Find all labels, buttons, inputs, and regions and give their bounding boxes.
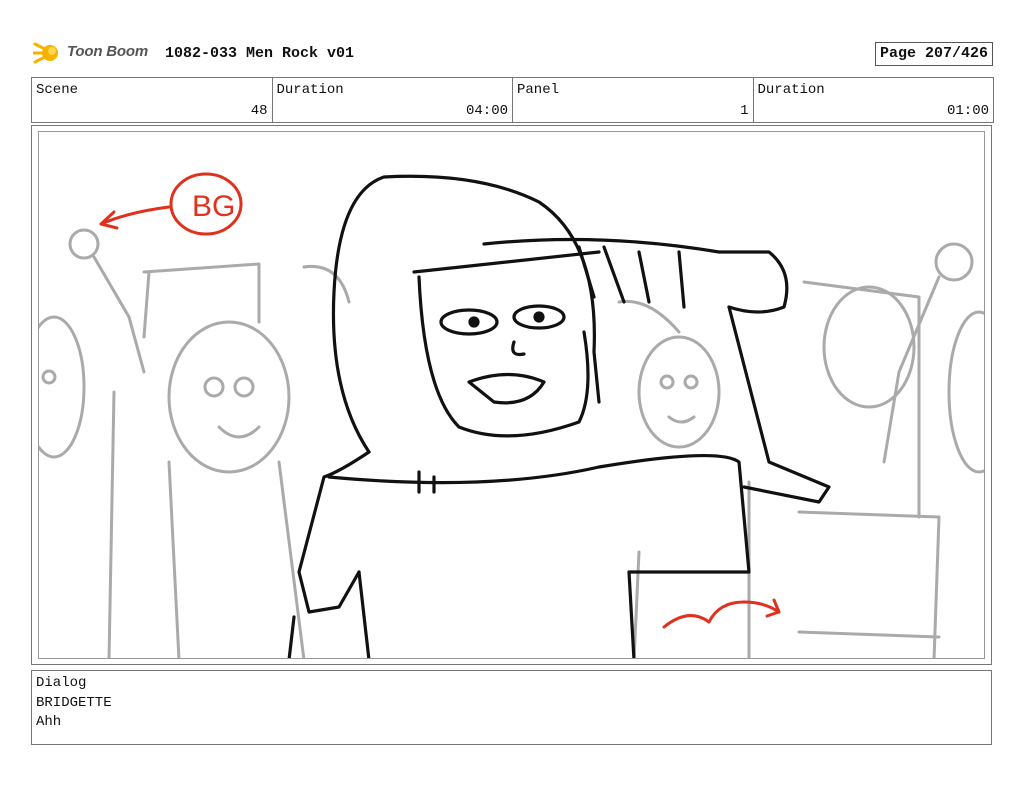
bg-annotation-arrow — [99, 205, 171, 230]
background-crowd — [39, 228, 984, 658]
bg-annotation-text: BG — [192, 190, 235, 223]
toon-boom-logo: Toon Boom — [31, 38, 158, 68]
panel-drawing-area: BG — [38, 131, 985, 659]
panel-cell: Panel 1 — [513, 78, 754, 122]
panel-label: Panel — [517, 82, 560, 98]
dialog-line: Ahh — [36, 714, 62, 730]
logo-burst-icon — [31, 42, 58, 64]
scene-cell: Scene 48 — [32, 78, 273, 122]
info-row: Scene 48 Duration 04:00 Panel 1 Duration… — [31, 77, 994, 123]
scene-duration-value: 04:00 — [465, 103, 508, 119]
storyboard-sketch: BG — [39, 172, 984, 658]
document-title: 1082-033 Men Rock v01 — [165, 45, 355, 62]
panel-duration-label: Duration — [757, 82, 825, 98]
scene-duration-cell: Duration 04:00 — [273, 78, 513, 122]
dialog-speaker: BRIDGETTE — [36, 695, 112, 711]
dialog-box: Dialog BRIDGETTE Ahh — [31, 670, 992, 745]
panel-duration-value: 01:00 — [946, 103, 989, 119]
logo-text: Toon Boom — [67, 43, 148, 60]
panel-duration-cell: Duration 01:00 — [754, 78, 994, 122]
storyboard-panel: BG — [31, 125, 992, 665]
header-bar: Toon Boom 1082-033 Men Rock v01 Page 207… — [31, 38, 993, 70]
panel-value: 1 — [740, 103, 749, 119]
dialog-label: Dialog — [36, 675, 87, 691]
scene-duration-label: Duration — [276, 82, 344, 98]
scene-label: Scene — [36, 82, 79, 98]
scene-value: 48 — [250, 103, 268, 119]
page-counter: Page 207/426 — [874, 42, 993, 66]
motion-arrow — [662, 598, 781, 629]
